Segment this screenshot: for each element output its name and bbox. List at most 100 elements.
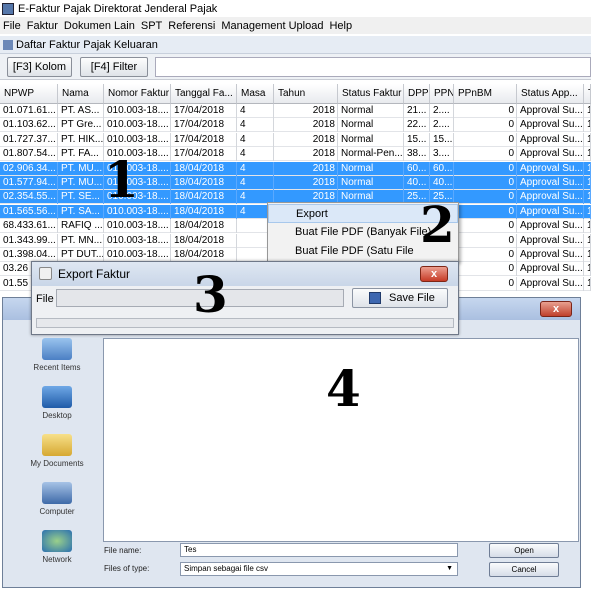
place-label: Desktop [42, 411, 72, 420]
place-desktop[interactable]: Desktop [17, 386, 97, 434]
table-cell: 18 [584, 248, 591, 262]
table-cell: 18/04/2018 [171, 219, 237, 234]
places-bar: Recent Items Desktop My Documents Comput… [17, 338, 97, 578]
table-cell: Approval Su... [517, 276, 584, 291]
file-type-label: Files of type: [104, 564, 150, 573]
table-cell: 4 [237, 104, 274, 118]
cancel-button[interactable]: Cancel [489, 562, 559, 577]
column-header[interactable]: T [584, 84, 591, 104]
menu-help[interactable]: Help [326, 20, 355, 32]
table-cell: Normal [338, 104, 404, 118]
place-label: Computer [39, 507, 75, 516]
table-cell: 010.003-18.... [104, 132, 171, 147]
toolbar: [F3] Kolom [F4] Filter [0, 54, 591, 80]
documents-folder-icon [42, 434, 72, 456]
progress-bar [36, 318, 454, 328]
table-cell: 21... [404, 104, 430, 118]
table-cell: 18 [584, 219, 591, 234]
place-recent-items[interactable]: Recent Items [17, 338, 97, 386]
column-header[interactable]: Status Faktur [338, 84, 404, 104]
column-header[interactable]: Masa [237, 84, 274, 104]
column-header[interactable]: Tanggal Fa... [171, 84, 237, 104]
file-name-input[interactable]: Tes [180, 543, 458, 557]
save-file-button[interactable]: Save File [352, 288, 448, 308]
table-cell: 01.103.62... [0, 118, 58, 133]
table-cell: RAFIQ ... [58, 219, 104, 234]
table-cell: 0 [454, 204, 517, 219]
place-computer[interactable]: Computer [17, 482, 97, 530]
annotation-1: 1 [104, 150, 139, 209]
column-header[interactable]: Nama [58, 84, 104, 104]
table-cell: PT Gre... [58, 118, 104, 133]
table-cell: 18 [584, 276, 591, 291]
table-cell: 010.003-18.... [104, 219, 171, 234]
table-cell: 17/04/2018 [171, 104, 237, 118]
table-cell: 17 [584, 118, 591, 133]
menu-management-upload[interactable]: Management Upload [218, 20, 326, 32]
table-row[interactable]: 01.807.54... PT. FA... 010.003-18.... 17/04… [0, 147, 591, 162]
table-cell: 60... [404, 161, 430, 176]
menu-file[interactable]: File [0, 20, 24, 32]
table-cell: Approval Su... [517, 219, 584, 234]
table-cell: PT. SE... [58, 190, 104, 205]
place-label: Recent Items [33, 363, 81, 372]
menu-spt[interactable]: SPT [138, 20, 165, 32]
filter-input[interactable] [155, 57, 591, 77]
place-network[interactable]: Network [17, 530, 97, 578]
table-cell: Approval Su... [517, 233, 584, 248]
menu-dokumen-lain[interactable]: Dokumen Lain [61, 20, 138, 32]
menu-referensi[interactable]: Referensi [165, 20, 218, 32]
annotation-3: 3 [193, 265, 228, 324]
column-header[interactable]: Nomor Faktur [104, 84, 171, 104]
menu-faktur[interactable]: Faktur [24, 20, 61, 32]
table-row[interactable]: 01.071.61... PT. AS... 010.003-18.... 17/04… [0, 104, 591, 118]
table-cell: 18 [584, 233, 591, 248]
file-name-label: File name: [104, 546, 142, 555]
column-header[interactable]: PPnBM [454, 84, 517, 104]
menu-bar: File Faktur Dokumen Lain SPT Referensi M… [0, 17, 591, 34]
kolom-button[interactable]: [F3] Kolom [7, 57, 72, 77]
table-cell: PT. FA... [58, 147, 104, 162]
table-cell: Approval Su... [517, 262, 584, 277]
table-cell: 0 [454, 262, 517, 277]
table-row[interactable]: 02.906.34... PT. MU... 010.003-18.... 18/04… [0, 161, 591, 176]
save-file-label: Save File [389, 292, 435, 304]
window-icon [3, 39, 13, 50]
place-my-documents[interactable]: My Documents [17, 434, 97, 482]
table-cell: Normal-Pen... [338, 147, 404, 162]
place-label: Network [42, 555, 72, 564]
file-type-select[interactable]: Simpan sebagai file csv ▼ [180, 562, 458, 576]
table-row[interactable]: 01.103.62... PT Gre... 010.003-18.... 17/04… [0, 118, 591, 133]
save-dialog-close-button[interactable]: x [540, 301, 572, 317]
column-header[interactable]: Tahun [274, 84, 338, 104]
table-cell: PT. HIK... [58, 132, 104, 147]
export-dialog-close-button[interactable]: x [420, 266, 448, 282]
column-header[interactable]: PPN [430, 84, 454, 104]
table-cell: 01.071.61... [0, 104, 58, 118]
table-cell: 0 [454, 219, 517, 234]
table-cell: 0 [454, 248, 517, 262]
table-cell: 18 [584, 161, 591, 176]
annotation-4: 4 [326, 359, 361, 418]
table-cell: 17 [584, 147, 591, 162]
open-button[interactable]: Open [489, 543, 559, 558]
table-cell: PT. SA... [58, 204, 104, 219]
table-cell: Normal [338, 176, 404, 190]
table-cell: PT. MN... [58, 233, 104, 248]
table-cell: 01.343.99... [0, 233, 58, 248]
table-cell: Approval Su... [517, 161, 584, 176]
filter-button[interactable]: [F4] Filter [80, 57, 148, 77]
table-cell: 15... [404, 132, 430, 147]
table-cell: 4 [237, 118, 274, 133]
table-cell: PT DUT... [58, 248, 104, 262]
table-row[interactable]: 01.727.37... PT. HIK... 010.003-18.... 17/0… [0, 132, 591, 147]
floppy-disk-icon [369, 292, 381, 304]
column-header[interactable]: Status App... [517, 84, 584, 104]
column-header[interactable]: DPP [404, 84, 430, 104]
table-cell: 18 [584, 204, 591, 219]
table-cell: 18 [584, 176, 591, 190]
column-header[interactable]: NPWP [0, 84, 58, 104]
table-row[interactable]: 01.577.94... PT. MU... 010.003-18.... 18/04… [0, 176, 591, 190]
table-cell: Approval Su... [517, 104, 584, 118]
table-cell: 60... [430, 161, 454, 176]
